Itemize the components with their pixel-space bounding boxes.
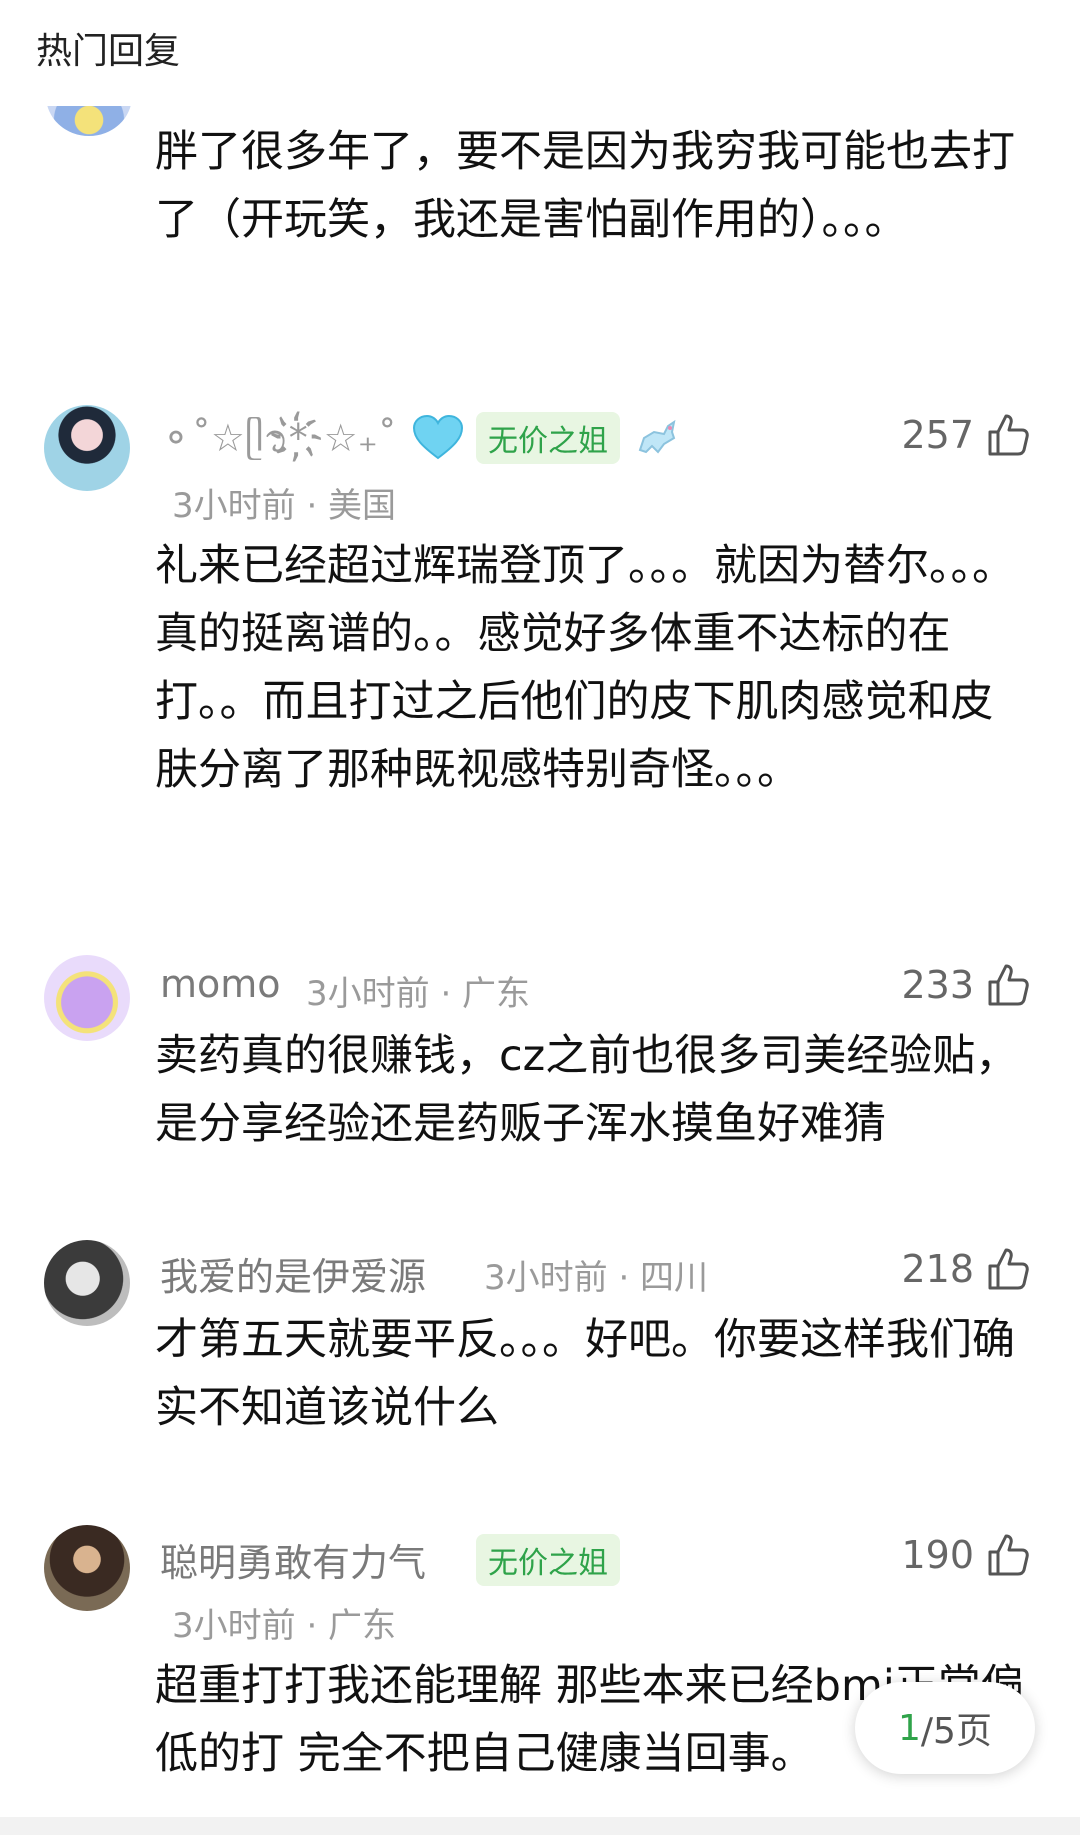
like-button[interactable]: 218 [901, 1244, 1030, 1294]
like-button[interactable]: 233 [901, 960, 1030, 1010]
thumbs-up-icon [988, 1534, 1029, 1576]
page-indicator[interactable]: 1 /5页 [855, 1682, 1035, 1774]
current-page: 1 [898, 1707, 921, 1749]
username[interactable]: momo [160, 962, 281, 1006]
section-title: 热门回复 [36, 31, 181, 72]
like-count: 218 [901, 1247, 974, 1291]
like-count: 190 [901, 1533, 974, 1577]
comment-text: 才第五天就要平反。。。好吧。你要这样我们确实不知道该说什么 [155, 1315, 1015, 1433]
like-count: 233 [901, 963, 974, 1007]
thumbs-up-icon [988, 1248, 1029, 1290]
unicorn-icon [638, 419, 676, 454]
comment-meta: 3小时前 · 广东 [306, 974, 531, 1014]
comment-meta: 3小时前 · 四川 [484, 1258, 709, 1298]
comment-text: 礼来已经超过辉瑞登顶了。。。就因为替尔。。。真的挺离谱的。。感觉好多体重不达标的… [155, 541, 1015, 795]
like-count: 257 [901, 413, 974, 457]
avatar[interactable] [44, 1525, 130, 1611]
total-pages: /5页 [920, 1711, 992, 1752]
comment-text: 胖了很多年了，要不是因为我穷我可能也去打了（开玩笑，我还是害怕副作用的）。。。 [155, 127, 1015, 245]
thumbs-up-icon [988, 964, 1029, 1006]
like-button[interactable]: 257 [901, 410, 1030, 460]
bottom-divider [0, 1817, 1080, 1835]
comment-text: 卖药真的很赚钱，cz之前也很多司美经验贴，是分享经验还是药贩子浑水摸鱼好难猜 [155, 1031, 1019, 1149]
username[interactable]: 聪明勇敢有力气 [160, 1532, 426, 1587]
heart-icon [412, 414, 464, 460]
thumbs-up-icon [988, 414, 1029, 456]
avatar[interactable] [44, 405, 130, 491]
username[interactable]: ⚬˚☆ᥫ᭡*҉☆₊˚ [160, 410, 397, 479]
fan-badge: 无价之姐 [476, 1534, 620, 1586]
avatar[interactable] [44, 1240, 130, 1326]
comment-meta: 3小时前 · 广东 [172, 1606, 397, 1646]
comment-meta: 3小时前 · 美国 [172, 486, 397, 526]
avatar[interactable] [44, 955, 130, 1041]
username[interactable]: 我爱的是伊爱源 [160, 1246, 426, 1301]
fan-badge: 无价之姐 [476, 412, 620, 464]
like-button[interactable]: 190 [901, 1530, 1030, 1580]
